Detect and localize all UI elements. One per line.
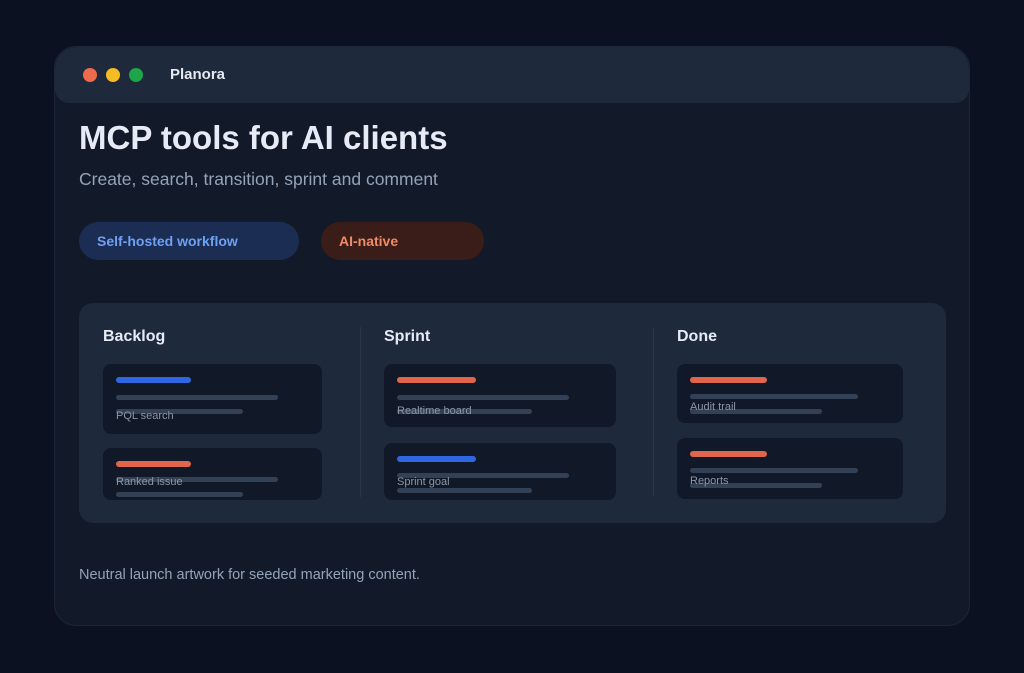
kanban-board: Backlog PQL search Ranked issue Sprint R… xyxy=(79,303,946,523)
zoom-window-button[interactable] xyxy=(129,68,143,82)
column-title-done: Done xyxy=(677,328,717,345)
app-title: Planora xyxy=(170,66,226,83)
badge-ai-native: AI-native xyxy=(321,222,484,260)
card-accent-bar xyxy=(690,377,767,383)
card-label: PQL search xyxy=(116,410,174,422)
card-accent-bar xyxy=(397,456,476,462)
placeholder-line xyxy=(690,394,858,399)
close-window-button[interactable] xyxy=(83,68,97,82)
card-label: Sprint goal xyxy=(397,476,450,488)
board-card[interactable]: Reports xyxy=(677,438,903,499)
board-card[interactable]: Audit trail xyxy=(677,364,903,423)
column-divider xyxy=(653,327,654,497)
hero-subtitle: Create, search, transition, sprint and c… xyxy=(79,169,438,189)
board-card[interactable]: Ranked issue xyxy=(103,448,322,500)
column-title-backlog: Backlog xyxy=(103,328,166,345)
card-label: Ranked issue xyxy=(116,476,183,488)
badge-self-hosted: Self-hosted workflow xyxy=(79,222,299,260)
card-accent-bar xyxy=(116,377,191,383)
page-background: Planora MCP tools for AI clients Create,… xyxy=(0,0,1024,673)
board-card[interactable]: Sprint goal xyxy=(384,443,616,500)
app-window: Planora MCP tools for AI clients Create,… xyxy=(54,46,970,626)
hero-title: MCP tools for AI clients xyxy=(79,119,448,156)
placeholder-line xyxy=(397,488,532,493)
placeholder-line xyxy=(690,468,858,473)
placeholder-line xyxy=(397,395,569,400)
card-label: Reports xyxy=(690,475,729,487)
card-accent-bar xyxy=(690,451,767,457)
card-label: Audit trail xyxy=(690,401,736,413)
footer-note: Neutral launch artwork for seeded market… xyxy=(79,567,420,583)
column-divider xyxy=(360,327,361,497)
minimize-window-button[interactable] xyxy=(106,68,120,82)
board-card[interactable]: PQL search xyxy=(103,364,322,434)
column-title-sprint: Sprint xyxy=(384,328,431,345)
card-accent-bar xyxy=(397,377,476,383)
placeholder-line xyxy=(116,492,243,497)
board-card[interactable]: Realtime board xyxy=(384,364,616,427)
title-bar: Planora xyxy=(55,47,969,103)
placeholder-line xyxy=(116,395,278,400)
card-label: Realtime board xyxy=(397,405,472,417)
card-accent-bar xyxy=(116,461,191,467)
